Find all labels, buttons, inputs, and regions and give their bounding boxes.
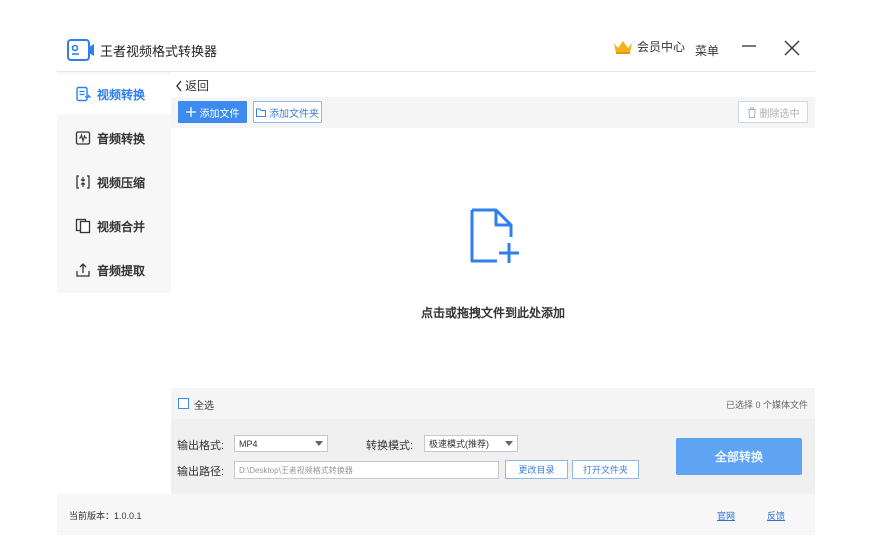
video-convert-icon xyxy=(76,86,91,102)
close-icon[interactable] xyxy=(784,40,800,56)
delete-selected-label: 删除选中 xyxy=(759,108,800,120)
output-format-select[interactable]: MP4 xyxy=(234,435,328,452)
video-merge-icon xyxy=(75,218,91,234)
selection-bar: 全选 已选择 0 个媒体文件 xyxy=(171,388,815,419)
convert-mode-label: 转换模式: xyxy=(366,440,414,452)
sidebar-item-label: 视频压缩 xyxy=(97,175,146,190)
drop-hint-text: 点击或拖拽文件到此处添加 xyxy=(420,306,565,320)
open-folder-button[interactable]: 打开文件夹 xyxy=(572,460,639,479)
back-button[interactable]: 返回 xyxy=(175,77,209,94)
sidebar-item-label: 视频转换 xyxy=(97,87,146,102)
select-all-checkbox[interactable] xyxy=(178,398,189,409)
back-label: 返回 xyxy=(185,79,210,93)
sidebar-item-label: 音频转换 xyxy=(97,131,146,146)
crown-icon xyxy=(614,40,632,54)
delete-selected-button[interactable]: 删除选中 xyxy=(738,101,808,123)
output-settings-panel: 输出格式: MP4 转换模式: 极速模式(推荐) 输出路径: 更改目录 打开文件… xyxy=(171,419,815,494)
change-directory-button[interactable]: 更改目录 xyxy=(505,460,568,479)
footer-bar: 当前版本：1.0.0.1 官网 反馈 xyxy=(57,494,815,535)
minimize-icon[interactable] xyxy=(741,38,757,54)
convert-all-button[interactable]: 全部转换 xyxy=(676,438,802,475)
add-folder-button[interactable]: 添加文件夹 xyxy=(253,101,322,123)
member-center-label: 会员中心 xyxy=(637,40,686,54)
trash-icon xyxy=(747,107,756,118)
folder-icon xyxy=(256,108,266,117)
file-drop-zone[interactable]: 点击或拖拽文件到此处添加 xyxy=(171,128,815,388)
add-file-button[interactable]: 添加文件 xyxy=(178,101,247,123)
dropdown-arrow-icon xyxy=(505,441,513,446)
app-window: 王者视频格式转换器 会员中心 菜单 视频转换 音频转换 视频压缩 视频合并 音频… xyxy=(57,20,815,535)
output-format-label: 输出格式: xyxy=(177,440,225,452)
output-path-label: 输出路径: xyxy=(177,466,225,478)
sidebar-item-video-merge[interactable]: 视频合并 xyxy=(57,206,171,246)
app-title: 王者视频格式转换器 xyxy=(100,44,218,59)
sidebar-item-label: 音频提取 xyxy=(97,263,146,278)
chevron-left-icon xyxy=(176,80,182,91)
audio-extract-icon xyxy=(76,263,90,277)
select-all-label: 全选 xyxy=(194,401,214,412)
plus-icon xyxy=(185,107,196,117)
app-logo-icon xyxy=(67,39,94,61)
menu-button[interactable]: 菜单 xyxy=(695,42,719,59)
selected-count: 已选择 0 个媒体文件 xyxy=(725,400,808,410)
file-toolbar: 添加文件 添加文件夹 删除选中 xyxy=(171,97,815,128)
add-file-label: 添加文件 xyxy=(199,108,240,120)
sidebar-item-video-compress[interactable]: 视频压缩 xyxy=(57,162,171,202)
sidebar-item-video-convert[interactable]: 视频转换 xyxy=(57,74,171,114)
dropdown-arrow-icon xyxy=(315,441,323,446)
sidebar-item-audio-convert[interactable]: 音频转换 xyxy=(57,118,171,158)
sidebar: 视频转换 音频转换 视频压缩 视频合并 音频提取 xyxy=(57,72,171,293)
add-file-icon xyxy=(470,208,519,263)
add-folder-label: 添加文件夹 xyxy=(269,108,319,120)
sidebar-item-audio-extract[interactable]: 音频提取 xyxy=(57,250,171,290)
member-center-button[interactable]: 会员中心 xyxy=(613,38,685,55)
output-path-input[interactable] xyxy=(234,461,499,479)
website-link[interactable]: 官网 xyxy=(717,509,735,522)
sidebar-item-label: 视频合并 xyxy=(97,219,146,234)
version-text: 当前版本：1.0.0.1 xyxy=(69,511,142,521)
video-compress-icon xyxy=(76,175,90,189)
convert-mode-value: 极速模式(推荐) xyxy=(429,439,489,449)
convert-mode-select[interactable]: 极速模式(推荐) xyxy=(424,435,518,452)
title-bar: 王者视频格式转换器 会员中心 菜单 xyxy=(57,20,815,72)
feedback-link[interactable]: 反馈 xyxy=(767,509,785,522)
audio-convert-icon xyxy=(75,131,91,145)
output-format-value: MP4 xyxy=(239,438,258,449)
